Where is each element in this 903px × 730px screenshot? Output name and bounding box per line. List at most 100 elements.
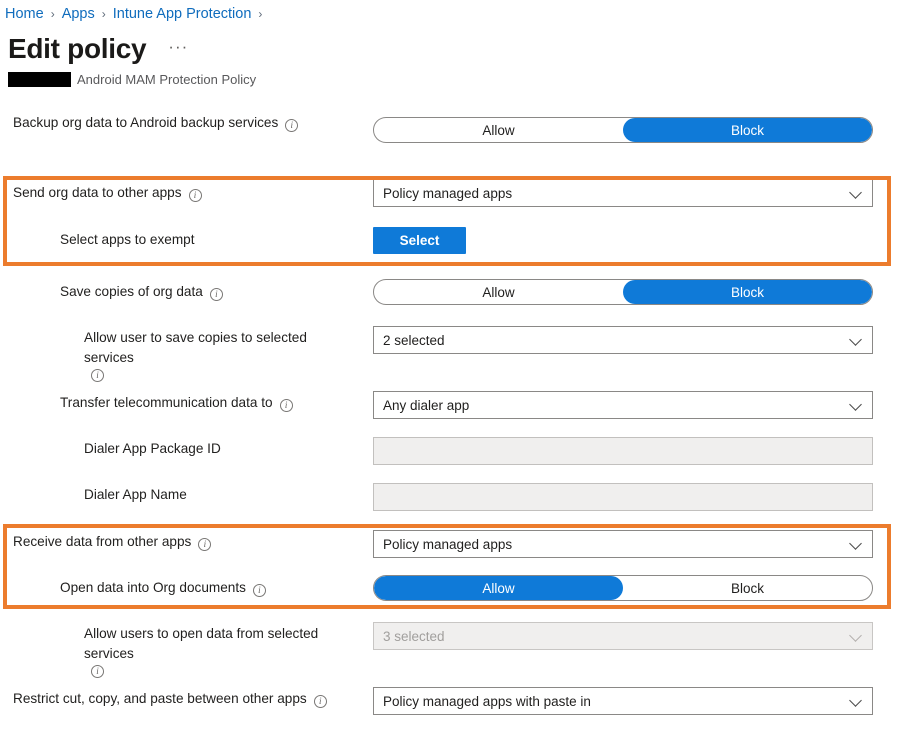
setting-row-transfer-telecommunication-data-to: Transfer telecommunication data to i Any… xyxy=(0,391,903,427)
setting-label: Receive data from other apps i xyxy=(0,532,358,552)
breadcrumb: Home › Apps › Intune App Protection › xyxy=(5,2,269,26)
setting-row-receive-data-from-other-apps: Receive data from other apps i Policy ma… xyxy=(0,530,903,566)
setting-label-text: Backup org data to Android backup servic… xyxy=(13,115,279,130)
setting-row-dialer-app-package-id: Dialer App Package ID xyxy=(0,437,903,473)
setting-row-send-org-data-to-other-apps: Send org data to other apps i Policy man… xyxy=(0,179,903,217)
control-wrapper xyxy=(373,437,873,465)
toggle-option-allow[interactable]: Allow xyxy=(374,280,623,304)
setting-label: Allow user to save copies to selected se… xyxy=(0,328,358,382)
setting-label: Open data into Org documents i xyxy=(0,578,358,598)
info-icon[interactable]: i xyxy=(279,399,293,412)
setting-label-text: Open data into Org documents xyxy=(60,580,246,595)
setting-row-backup-org-data: Backup org data to Android backup servic… xyxy=(0,113,903,147)
setting-label: Save copies of org data i xyxy=(0,282,358,302)
dropdown-receive-data-from-other-apps[interactable]: Policy managed apps xyxy=(373,530,873,558)
setting-row-allow-user-save-copies-selected-services: Allow user to save copies to selected se… xyxy=(0,326,903,382)
dropdown-value: Policy managed apps xyxy=(383,536,513,552)
info-icon[interactable]: i xyxy=(91,369,104,382)
info-icon[interactable]: i xyxy=(252,584,266,597)
breadcrumb-separator-icon: › xyxy=(50,7,55,21)
chevron-down-icon xyxy=(850,398,864,412)
chevron-down-icon xyxy=(850,186,864,200)
dropdown-value: 3 selected xyxy=(383,628,445,644)
setting-label: Backup org data to Android backup servic… xyxy=(0,113,358,133)
page-header: Edit policy ··· xyxy=(8,33,188,65)
setting-label: Dialer App Name xyxy=(0,485,358,505)
chevron-down-icon xyxy=(850,333,864,347)
toggle-option-allow[interactable]: Allow xyxy=(374,118,623,142)
setting-row-restrict-cut-copy-paste: Restrict cut, copy, and paste between ot… xyxy=(0,687,903,723)
control-wrapper: 3 selected xyxy=(373,622,873,650)
policy-type-label: Android MAM Protection Policy xyxy=(77,72,257,87)
setting-label: Dialer App Package ID xyxy=(0,439,358,459)
breadcrumb-item-intune-app-protection[interactable]: Intune App Protection xyxy=(113,6,252,22)
toggle-open-data-into-org-documents[interactable]: Allow Block xyxy=(373,575,873,601)
setting-label-text: Receive data from other apps xyxy=(13,534,192,549)
info-icon[interactable]: i xyxy=(313,695,327,708)
setting-label-text: Allow users to open data from selected s… xyxy=(84,626,319,661)
setting-label-text: Allow user to save copies to selected se… xyxy=(84,330,307,365)
chevron-down-icon xyxy=(850,537,864,551)
toggle-backup-org-data[interactable]: Allow Block xyxy=(373,117,873,143)
setting-label-text: Save copies of org data xyxy=(60,284,203,299)
setting-label: Send org data to other apps i xyxy=(0,183,358,203)
toggle-save-copies-of-org-data[interactable]: Allow Block xyxy=(373,279,873,305)
dropdown-transfer-telecommunication-data-to[interactable]: Any dialer app xyxy=(373,391,873,419)
setting-row-dialer-app-name: Dialer App Name xyxy=(0,483,903,519)
dropdown-send-org-data-to-other-apps[interactable]: Policy managed apps xyxy=(373,179,873,207)
control-wrapper: 2 selected xyxy=(373,326,873,354)
breadcrumb-item-home[interactable]: Home xyxy=(5,6,44,22)
breadcrumb-item-apps[interactable]: Apps xyxy=(62,6,95,22)
setting-label-text: Restrict cut, copy, and paste between ot… xyxy=(13,691,307,706)
control-wrapper: Policy managed apps xyxy=(373,179,873,207)
control-wrapper: Policy managed apps xyxy=(373,530,873,558)
info-icon[interactable]: i xyxy=(91,665,104,678)
setting-label: Restrict cut, copy, and paste between ot… xyxy=(0,689,358,709)
setting-label-text: Dialer App Package ID xyxy=(84,441,221,456)
toggle-option-block[interactable]: Block xyxy=(623,118,872,142)
info-icon[interactable]: i xyxy=(188,189,202,202)
control-wrapper xyxy=(373,483,873,511)
control-wrapper: Policy managed apps with paste in xyxy=(373,687,873,715)
setting-row-save-copies-of-org-data: Save copies of org data i Allow Block xyxy=(0,279,903,316)
setting-label-text: Dialer App Name xyxy=(84,487,187,502)
dropdown-value: Policy managed apps with paste in xyxy=(383,693,591,709)
toggle-option-block[interactable]: Block xyxy=(623,576,872,600)
chevron-down-icon xyxy=(850,629,864,643)
info-icon[interactable]: i xyxy=(198,538,212,551)
control-wrapper: Allow Block xyxy=(373,279,873,305)
setting-label-text: Send org data to other apps xyxy=(13,185,182,200)
setting-label: Transfer telecommunication data to i xyxy=(0,393,358,413)
setting-label: Allow users to open data from selected s… xyxy=(0,624,358,678)
page-subtitle: Android MAM Protection Policy xyxy=(8,72,256,87)
more-actions-icon[interactable]: ··· xyxy=(168,38,188,55)
dropdown-value: Any dialer app xyxy=(383,397,470,413)
redacted-policy-name xyxy=(8,72,71,87)
page-title: Edit policy xyxy=(8,33,147,64)
dropdown-allow-user-save-copies-selected-services[interactable]: 2 selected xyxy=(373,326,873,354)
breadcrumb-separator-icon: › xyxy=(101,7,106,21)
input-dialer-app-package-id[interactable] xyxy=(373,437,873,465)
setting-label-text: Transfer telecommunication data to xyxy=(60,395,273,410)
dropdown-value: 2 selected xyxy=(383,332,445,348)
select-apps-button[interactable]: Select xyxy=(373,227,466,254)
input-dialer-app-name[interactable] xyxy=(373,483,873,511)
setting-label: Select apps to exempt xyxy=(0,230,358,250)
setting-label-text: Select apps to exempt xyxy=(60,232,195,247)
toggle-option-allow[interactable]: Allow xyxy=(374,576,623,600)
setting-row-open-data-into-org-documents: Open data into Org documents i Allow Blo… xyxy=(0,575,903,612)
dropdown-allow-users-open-data-selected-services[interactable]: 3 selected xyxy=(373,622,873,650)
info-icon[interactable]: i xyxy=(285,119,299,132)
chevron-down-icon xyxy=(850,694,864,708)
control-wrapper: Select xyxy=(373,227,466,254)
control-wrapper: Any dialer app xyxy=(373,391,873,419)
control-wrapper: Allow Block xyxy=(373,117,873,143)
control-wrapper: Allow Block xyxy=(373,575,873,601)
info-icon[interactable]: i xyxy=(209,288,223,301)
toggle-option-block[interactable]: Block xyxy=(623,280,872,304)
setting-row-allow-users-open-data-selected-services: Allow users to open data from selected s… xyxy=(0,622,903,678)
dropdown-value: Policy managed apps xyxy=(383,185,513,201)
setting-row-select-apps-to-exempt: Select apps to exempt Select xyxy=(0,227,903,264)
breadcrumb-separator-icon: › xyxy=(258,7,263,21)
dropdown-restrict-cut-copy-paste[interactable]: Policy managed apps with paste in xyxy=(373,687,873,715)
